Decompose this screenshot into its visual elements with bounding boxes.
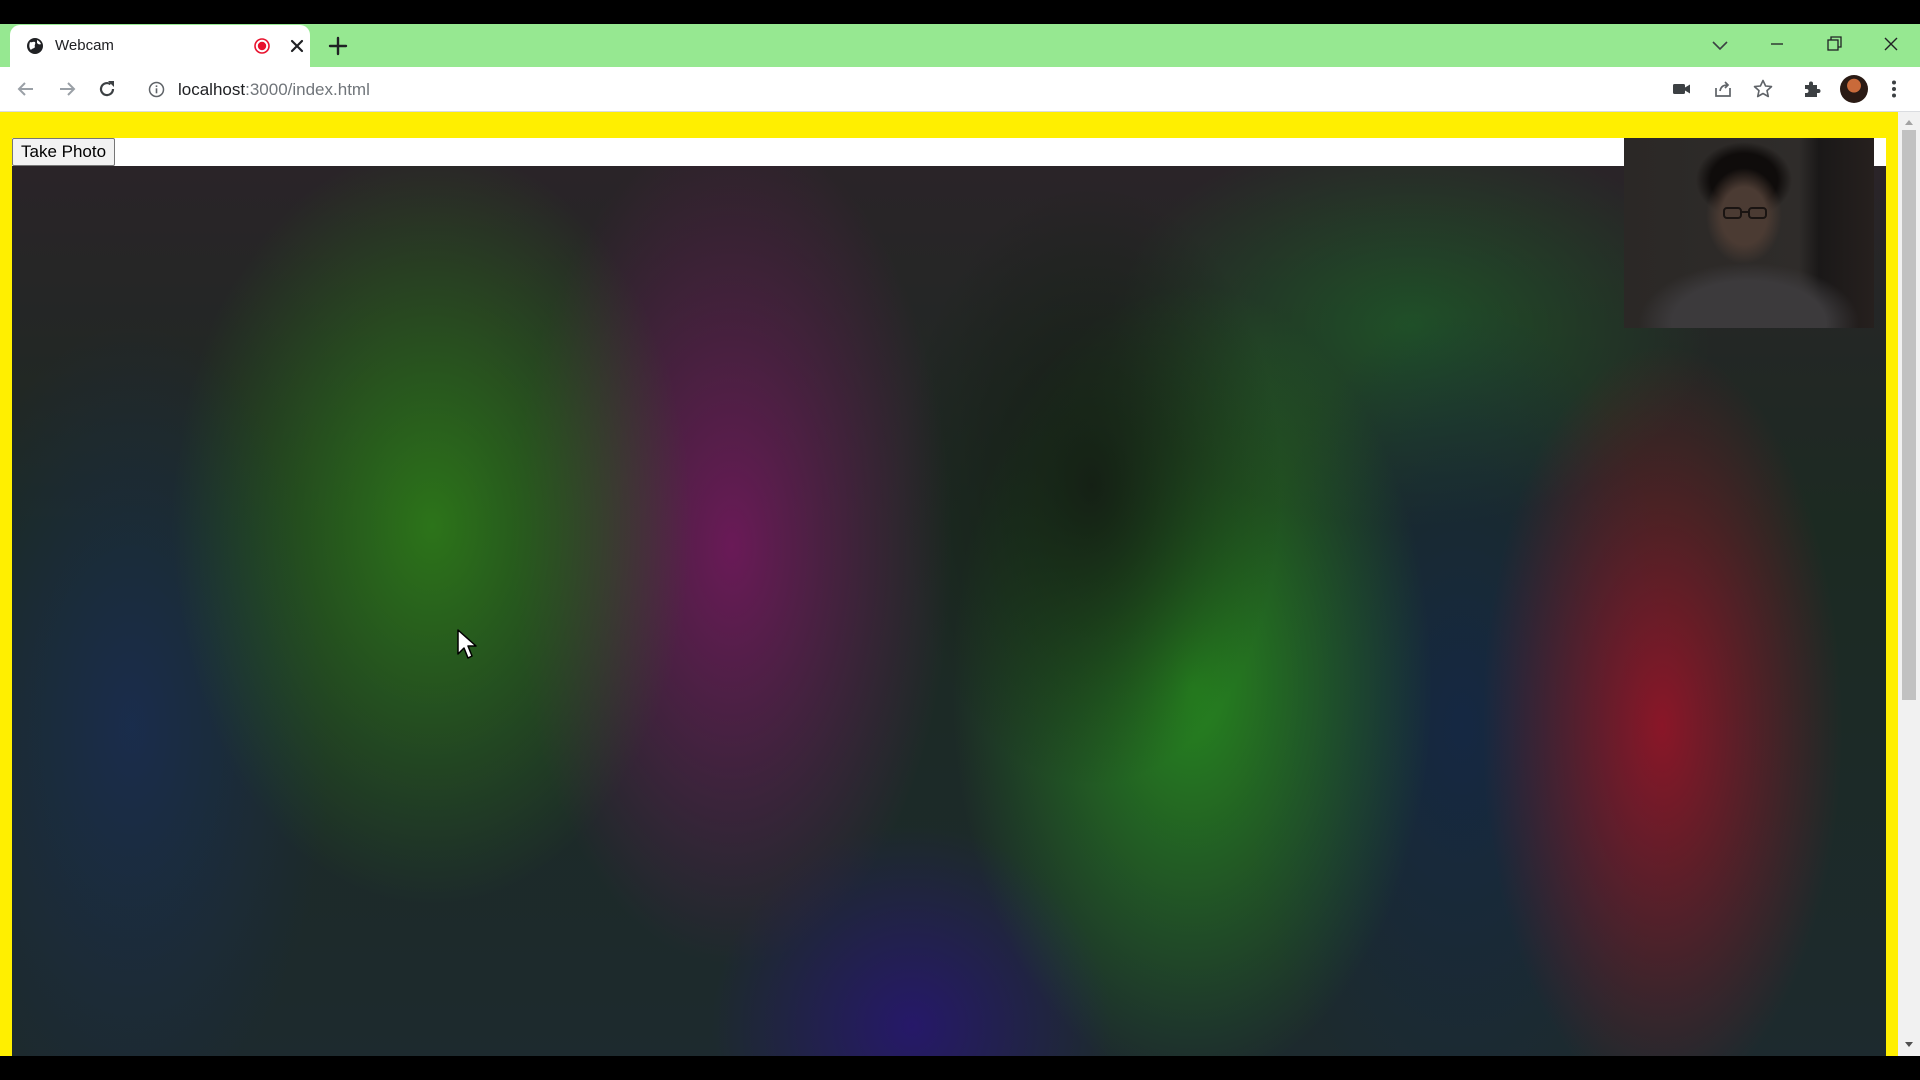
page-body: Take Photo <box>12 138 1886 1056</box>
scroll-down-arrow-icon[interactable] <box>1904 1041 1914 1049</box>
glasses-icon <box>1723 207 1767 219</box>
browser-toolbar: localhost:3000/index.html <box>0 67 1920 112</box>
screen: Webcam localhost:3000/index.html Take Ph… <box>0 0 1920 1080</box>
tab-strip: Webcam <box>0 24 1920 67</box>
tab-title: Webcam <box>55 37 114 54</box>
url-host: localhost <box>178 80 246 99</box>
forward-arrow-icon[interactable] <box>55 77 79 101</box>
minimize-icon[interactable] <box>1765 32 1789 56</box>
back-arrow-icon[interactable] <box>14 77 38 101</box>
scroll-thumb[interactable] <box>1902 130 1916 700</box>
info-icon[interactable] <box>148 81 165 98</box>
record-icon <box>254 38 270 54</box>
star-icon[interactable] <box>1751 77 1775 101</box>
chevron-down-icon[interactable] <box>1709 34 1731 56</box>
globe-icon <box>27 38 43 54</box>
webcam-video-preview <box>1624 138 1874 328</box>
camera-icon[interactable] <box>1670 77 1694 101</box>
vertical-scrollbar[interactable] <box>1898 112 1920 1056</box>
url-path: :3000/index.html <box>245 80 370 99</box>
share-icon[interactable] <box>1711 77 1735 101</box>
reload-icon[interactable] <box>95 77 119 101</box>
browser-tab[interactable]: Webcam <box>10 25 310 67</box>
plus-icon[interactable] <box>326 34 350 58</box>
close-icon[interactable] <box>288 37 306 55</box>
page-viewport: Take Photo <box>0 112 1920 1056</box>
restore-icon[interactable] <box>1822 32 1846 56</box>
scroll-up-arrow-icon[interactable] <box>1904 118 1914 126</box>
close-icon[interactable] <box>1879 32 1903 56</box>
profile-avatar[interactable] <box>1840 75 1868 103</box>
address-bar[interactable]: localhost:3000/index.html <box>134 72 1718 106</box>
puzzle-icon[interactable] <box>1800 77 1824 101</box>
filtered-webcam-canvas <box>12 166 1886 1056</box>
more-vert-icon[interactable] <box>1882 77 1906 101</box>
url-text: localhost:3000/index.html <box>178 80 370 100</box>
mouse-cursor-icon <box>457 629 477 659</box>
take-photo-button[interactable]: Take Photo <box>12 138 116 166</box>
